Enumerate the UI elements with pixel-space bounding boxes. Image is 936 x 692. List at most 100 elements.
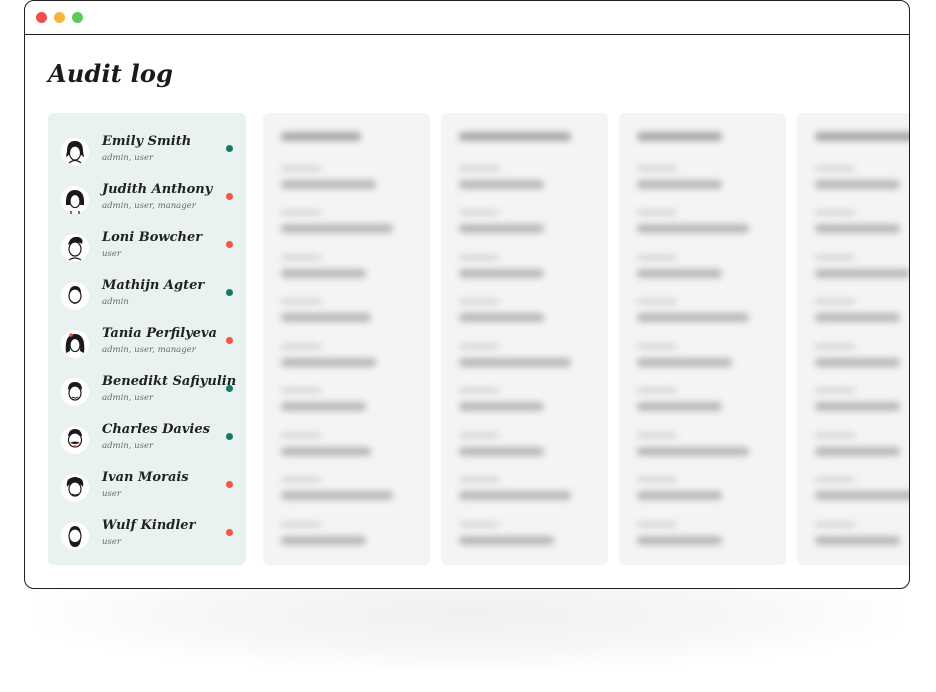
user-row-ivan-morais[interactable]: Ivan Morais user (48, 470, 246, 518)
blurred-value-bar (459, 357, 571, 367)
blurred-label-bar (815, 254, 855, 260)
woman-bob-avatar-icon (61, 186, 89, 214)
man-mustache-avatar-icon (61, 426, 89, 454)
blurred-label-bar (281, 477, 321, 482)
blurred-value-bar (637, 491, 722, 500)
blurred-value-bar (281, 313, 371, 322)
blurred-label-bar (281, 210, 321, 215)
blurred-value-bar (281, 268, 366, 278)
blurred-label-bar (459, 165, 499, 171)
user-row-charles-davies[interactable]: Charles Davies admin, user (48, 422, 246, 470)
blurred-value-bar (815, 224, 900, 233)
man-quiff-avatar-icon (61, 234, 89, 262)
blurred-label-bar (459, 343, 499, 349)
blurred-label-bar (637, 165, 677, 171)
blurred-value-bar (459, 446, 544, 456)
app-window: Audit log Emily Smith admin, user Judith… (24, 0, 910, 589)
blurred-value-bar (459, 179, 544, 189)
blurred-label-bar (281, 432, 321, 438)
blurred-label-bar (459, 521, 499, 527)
blurred-label-bar (815, 521, 855, 527)
user-row-wulf-kindler[interactable]: Wulf Kindler user (48, 518, 246, 566)
blurred-value-bar (637, 179, 722, 189)
blurred-heading-bar (637, 132, 722, 141)
user-roles: user (102, 249, 121, 259)
user-roles: admin, user, manager (102, 201, 196, 211)
status-indicator (226, 481, 233, 488)
woman-long-hair-avatar-icon (61, 330, 89, 358)
blurred-value-bar (815, 313, 900, 322)
status-indicator (226, 529, 233, 536)
blurred-value-bar (459, 224, 544, 233)
blurred-value-bar (815, 268, 909, 278)
blurred-label-bar (815, 343, 855, 349)
blurred-log-entries (263, 113, 430, 565)
user-name: Loni Bowcher (102, 230, 203, 245)
blurred-value-bar (637, 268, 722, 278)
woman-bun-avatar-icon (61, 138, 89, 166)
status-indicator (226, 193, 233, 200)
blurred-label-bar (459, 477, 499, 482)
status-indicator (226, 385, 233, 392)
blurred-label-bar (281, 299, 321, 304)
status-indicator (226, 241, 233, 248)
blurred-value-bar (815, 179, 900, 189)
user-row-emily-smith[interactable]: Emily Smith admin, user (48, 134, 246, 182)
user-name: Mathijn Agter (102, 278, 205, 293)
blurred-value-bar (815, 402, 900, 411)
log-column-3 (619, 113, 786, 565)
man-curly-avatar-icon (61, 474, 89, 502)
blurred-value-bar (281, 491, 393, 500)
blurred-label-bar (281, 343, 321, 349)
user-row-loni-bowcher[interactable]: Loni Bowcher user (48, 230, 246, 278)
user-row-judith-anthony[interactable]: Judith Anthony admin, user, manager (48, 182, 246, 230)
blurred-label-bar (281, 388, 321, 393)
status-indicator (226, 433, 233, 440)
blurred-value-bar (281, 535, 366, 545)
blurred-label-bar (459, 299, 499, 304)
blurred-label-bar (637, 254, 677, 260)
blurred-value-bar (281, 357, 376, 367)
maximize-window-button[interactable] (72, 12, 83, 23)
blurred-heading-bar (281, 132, 361, 141)
blurred-label-bar (637, 343, 677, 349)
blurred-log-entries (797, 113, 909, 565)
user-row-tania-perfilyeva[interactable]: Tania Perfilyeva admin, user, manager (48, 326, 246, 374)
user-name: Wulf Kindler (102, 518, 196, 533)
blurred-label-bar (815, 210, 855, 215)
blurred-value-bar (281, 179, 376, 189)
blurred-label-bar (815, 165, 855, 171)
status-indicator (226, 289, 233, 296)
blurred-label-bar (637, 477, 677, 482)
log-column-1 (263, 113, 430, 565)
user-row-mathijn-agter[interactable]: Mathijn Agter admin (48, 278, 246, 326)
page-title: Audit log (48, 59, 174, 88)
status-indicator (226, 145, 233, 152)
user-roles: admin (102, 297, 129, 307)
minimize-window-button[interactable] (54, 12, 65, 23)
blurred-value-bar (815, 357, 900, 367)
man-avatar-icon (61, 378, 89, 406)
blurred-log-entries (619, 113, 786, 565)
status-indicator (226, 337, 233, 344)
user-name: Emily Smith (102, 134, 192, 149)
user-roles: user (102, 489, 121, 499)
blurred-log-entries (441, 113, 608, 565)
blurred-label-bar (459, 254, 499, 260)
blurred-label-bar (459, 388, 499, 393)
blurred-label-bar (815, 388, 855, 393)
user-row-benedikt-safiyulin[interactable]: Benedikt Safiyulin admin, user (48, 374, 246, 422)
close-window-button[interactable] (36, 12, 47, 23)
blurred-value-bar (637, 446, 749, 456)
blurred-value-bar (281, 446, 371, 456)
blurred-label-bar (815, 477, 855, 482)
user-roles: admin, user (102, 153, 154, 163)
blurred-label-bar (281, 165, 321, 171)
title-bar (25, 1, 909, 35)
blurred-value-bar (815, 446, 900, 456)
users-panel: Emily Smith admin, user Judith Anthony a… (48, 113, 246, 565)
man-beard-avatar-icon (61, 282, 89, 310)
blurred-label-bar (637, 388, 677, 393)
user-name: Tania Perfilyeva (102, 326, 217, 341)
blurred-value-bar (459, 313, 544, 322)
